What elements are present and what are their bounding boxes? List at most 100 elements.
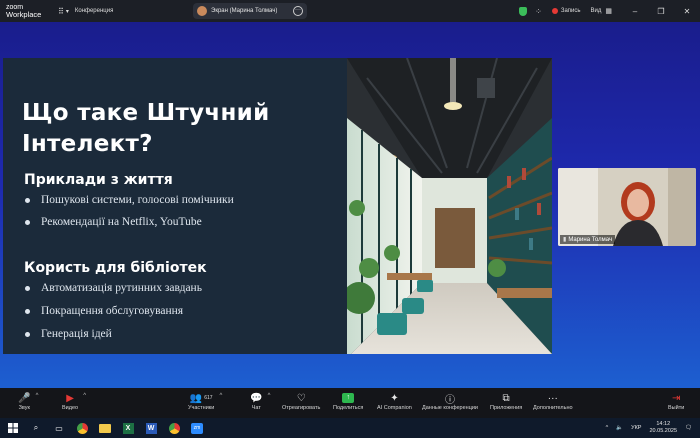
heart-icon: ♡ (296, 392, 306, 404)
shared-slide: Що таке Штучний Інтелект? Приклади з жит… (3, 58, 552, 354)
react-label: Отреагировать (282, 405, 321, 411)
apps-label: Приложения (490, 405, 523, 411)
volume-icon[interactable]: 🔈 (616, 425, 623, 431)
library-photo (347, 58, 552, 354)
chat-icon: 💬 (250, 392, 263, 404)
avatar (197, 6, 207, 16)
leave-label: Выйти (668, 405, 685, 411)
system-tray: ^ 🔈 УКР 14:12 20.05.2025 🗨 (606, 418, 700, 438)
chevron-down-icon[interactable]: ▾ (66, 8, 69, 15)
windows-start-icon[interactable] (6, 421, 20, 435)
list-item: Пошукові системи, голосові помічники (25, 194, 234, 206)
screen-share-label: Экран (Марина Толмач) (211, 8, 278, 14)
apps-icon[interactable]: ⁘ (535, 7, 542, 16)
participants-icon: 👥 617 (189, 392, 213, 404)
file-explorer-icon[interactable] (98, 421, 112, 435)
grid-icon[interactable]: ⠿ (58, 7, 64, 16)
bullet-icon (25, 308, 30, 314)
zoom-app-icon[interactable]: zm (190, 421, 204, 435)
keyboard-language[interactable]: УКР (631, 425, 641, 431)
list-item: Автоматизація рутинних завдань (25, 282, 202, 294)
more-label: Дополнительно (533, 405, 573, 411)
list-item: Покращення обслуговування (25, 305, 183, 317)
participant-name-label: ▮ Марина Толмач (560, 235, 616, 244)
minimize-icon[interactable]: – (622, 7, 648, 16)
list-item-text: Пошукові системи, голосові помічники (41, 194, 234, 206)
bullet-icon (25, 285, 30, 291)
view-grid-icon[interactable]: ▦ (605, 7, 612, 15)
chrome-icon[interactable] (75, 421, 89, 435)
audio-button[interactable]: 🎤 Звук ^ (18, 391, 38, 412)
more-button[interactable]: ··· Дополнительно (533, 391, 573, 412)
titlebar-right: ⁘ Запись Вид ▦ – ❐ ✕ (519, 0, 700, 22)
share-button[interactable]: ↑ Поделиться (333, 391, 363, 411)
slide-title: Що таке Штучний Інтелект? (22, 100, 270, 157)
participants-button[interactable]: 👥 617 Участники ^ (188, 391, 222, 412)
word-icon[interactable]: W (144, 421, 158, 435)
caret-up-icon[interactable]: ^ (219, 393, 222, 399)
excel-icon[interactable]: X (121, 421, 135, 435)
list-item: Генерація ідей (25, 328, 112, 340)
ai-companion-button[interactable]: ✦ AI Companion (377, 391, 412, 412)
muted-mic-icon: 🎤 (18, 392, 31, 404)
section-heading-examples: Приклади з життя (24, 172, 173, 188)
meeting-info-button[interactable]: ⓘ Данные конференции (422, 391, 478, 412)
bullet-icon (25, 197, 30, 203)
clock-time: 14:12 (656, 421, 671, 427)
logo-line-workplace: Workplace (6, 10, 42, 19)
chevron-up-icon[interactable]: ^ (606, 425, 609, 431)
task-view-icon[interactable]: ▭ (52, 421, 66, 435)
sparkle-icon: ✦ (390, 392, 399, 404)
video-button[interactable]: ▶ Видео ^ (62, 391, 86, 412)
list-item-text: Генерація ідей (41, 328, 112, 340)
signal-icon: ▮ (563, 237, 567, 243)
share-screen-icon: ↑ (342, 391, 355, 405)
meeting-toolbar: 🎤 Звук ^ ▶ Видео ^ 👥 617 Участники ^ 💬 Ча… (0, 388, 700, 418)
participant-name: Марина Толмач (568, 236, 613, 243)
meeting-stage: Що таке Штучний Інтелект? Приклади з жит… (0, 22, 700, 388)
search-icon[interactable]: ⌕ (29, 421, 43, 435)
os-taskbar: ⌕ ▭ X W zm ^ 🔈 УКР 14:12 20.05.2025 🗨 (0, 418, 700, 438)
section-heading-benefits: Користь для бібліотек (24, 260, 207, 276)
caret-up-icon[interactable]: ^ (83, 393, 86, 399)
participants-label: Участники (188, 405, 215, 411)
more-dots-icon: ··· (547, 392, 558, 404)
list-item-text: Автоматизація рутинних завдань (41, 282, 202, 294)
zoom-logo: zoom Workplace (6, 4, 48, 18)
conference-menu[interactable]: Конференция (75, 8, 113, 14)
caret-up-icon[interactable]: ^ (36, 393, 39, 399)
bullet-icon (25, 219, 30, 225)
more-icon[interactable]: ··· (293, 6, 303, 16)
leave-button[interactable]: ⇥ Выйти (668, 391, 685, 412)
apps-button[interactable]: ⧉ Приложения (490, 391, 523, 412)
audio-label: Звук (18, 405, 30, 411)
chat-label: Чат (251, 405, 261, 411)
bullet-icon (25, 331, 30, 337)
list-item-text: Рекомендації на Netflix, YouTube (41, 216, 202, 228)
participant-video-tile[interactable]: ▮ Марина Толмач (558, 168, 696, 246)
clock[interactable]: 14:12 20.05.2025 (649, 421, 677, 435)
info-icon: ⓘ (445, 394, 455, 406)
notification-icon[interactable]: 🗨 (685, 425, 692, 431)
list-item-text: Покращення обслуговування (41, 305, 184, 317)
title-bar: zoom Workplace ⠿ ▾ Конференция Экран (Ма… (0, 0, 700, 22)
view-button[interactable]: Вид (591, 8, 602, 14)
video-off-icon: ▶ (66, 392, 74, 404)
chat-button[interactable]: 💬 Чат ^ (250, 391, 270, 412)
share-label: Поделиться (333, 405, 364, 411)
list-item: Рекомендації на Netflix, YouTube (25, 216, 202, 228)
apps-icon: ⧉ (502, 392, 510, 404)
close-icon[interactable]: ✕ (674, 7, 700, 16)
ai-label: AI Companion (377, 405, 412, 411)
react-button[interactable]: ♡ Отреагировать (282, 391, 321, 412)
record-label[interactable]: Запись (561, 8, 581, 14)
record-icon (551, 8, 558, 14)
info-label: Данные конференции (422, 405, 478, 411)
shield-icon[interactable] (519, 6, 528, 16)
maximize-icon[interactable]: ❐ (648, 7, 674, 16)
chrome-icon[interactable] (167, 421, 181, 435)
leave-icon: ⇥ (671, 392, 681, 404)
caret-up-icon[interactable]: ^ (268, 393, 271, 399)
clock-date: 20.05.2025 (649, 428, 678, 434)
screen-share-pill[interactable]: Экран (Марина Толмач) ··· (193, 3, 307, 19)
